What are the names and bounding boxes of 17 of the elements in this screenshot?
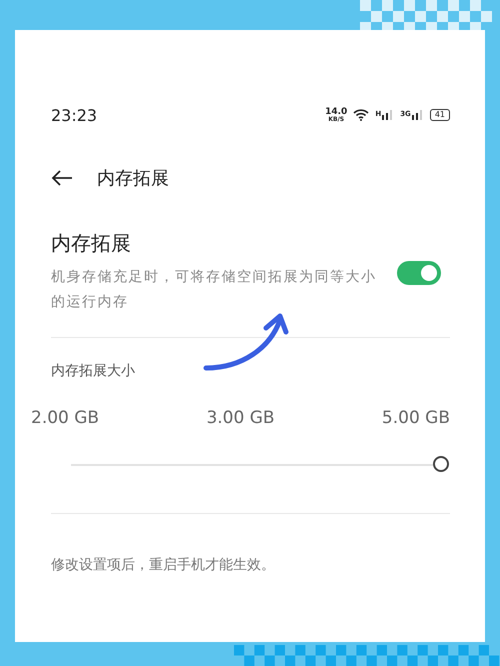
wifi-icon <box>353 109 370 121</box>
tick-label: 2.00 GB <box>31 408 100 428</box>
setting-description: 机身存储充足时，可将存储空间拓展为同等大小的运行内存 <box>51 268 378 312</box>
tick-label: 5.00 GB <box>382 408 450 428</box>
toggle-switch[interactable] <box>397 260 441 284</box>
network-speed: 14.0 <box>325 108 348 116</box>
back-icon[interactable] <box>51 170 73 186</box>
setting-title: 内存拓展 <box>51 230 132 257</box>
tick-label: 3.00 GB <box>206 408 275 428</box>
footer-note: 修改设置项后，重启手机才能生效。 <box>51 556 276 574</box>
signal-icon <box>412 110 424 120</box>
slider-thumb[interactable] <box>433 456 449 472</box>
signal-icon <box>382 110 394 120</box>
page-title: 内存拓展 <box>97 167 169 190</box>
section-label: 内存拓展大小 <box>51 362 136 380</box>
battery-level: 41 <box>430 109 450 121</box>
clock: 23:23 <box>51 106 98 124</box>
